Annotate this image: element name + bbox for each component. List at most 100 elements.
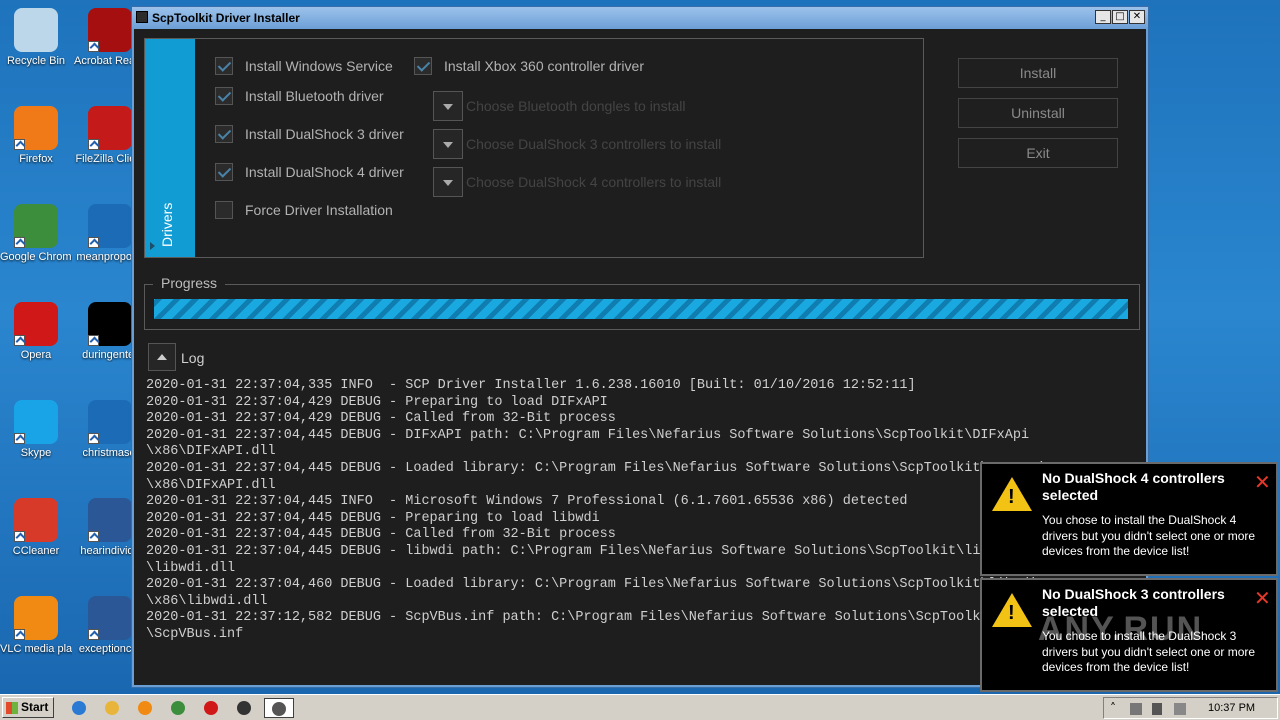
start-label: Start [21, 700, 49, 714]
desktop-icon[interactable]: Firefox [0, 106, 72, 166]
shortcut-arrow-icon [14, 139, 25, 150]
volume-icon[interactable] [1152, 703, 1162, 715]
install-bluetooth-driver-checkbox[interactable]: Install Bluetooth driver [215, 87, 384, 105]
explorer-icon[interactable] [99, 698, 125, 718]
checkbox-box[interactable] [215, 201, 233, 219]
desktop-icon[interactable]: Google Chrome [0, 204, 72, 264]
app-icon [88, 596, 132, 640]
app-icon [88, 106, 132, 150]
checkbox-label: Install Bluetooth driver [245, 88, 384, 104]
progress-group: Progress [144, 275, 1140, 330]
desktop-icon-label: Skype [20, 447, 52, 459]
media-player-icon[interactable] [132, 698, 158, 718]
desktop-icon[interactable]: Recycle Bin [0, 8, 72, 68]
install-button[interactable]: Install [958, 58, 1118, 88]
app-icon [136, 11, 148, 23]
checkbox-box[interactable] [414, 57, 432, 75]
desktop-icon[interactable]: Skype [0, 400, 72, 460]
shortcut-arrow-icon [14, 433, 25, 444]
app-icon [88, 498, 132, 542]
app-icon [14, 596, 58, 640]
scptoolkit-icon[interactable] [231, 698, 257, 718]
start-button[interactable]: Start [2, 697, 54, 718]
checkbox-box[interactable] [215, 163, 233, 181]
checkbox-label: Install DualShock 3 driver [245, 126, 404, 142]
tray-expand-icon[interactable]: ˄ [1110, 701, 1116, 715]
desktop-icon[interactable]: Opera [0, 302, 72, 362]
progress-label: Progress [153, 275, 226, 291]
chevron-down-icon[interactable] [433, 129, 463, 159]
app-icon [14, 302, 58, 346]
close-icon[interactable]: ✕ [1254, 586, 1271, 610]
dualshock4-controllers-dropdown[interactable]: Choose DualShock 4 controllers to instal… [433, 167, 721, 197]
bluetooth-dongles-dropdown[interactable]: Choose Bluetooth dongles to install [433, 91, 685, 121]
checkbox-box[interactable] [215, 125, 233, 143]
ie-icon[interactable] [66, 698, 92, 718]
app-glyph [204, 701, 218, 715]
app-icon [88, 8, 132, 52]
drivers-tab[interactable]: Drivers [145, 39, 195, 257]
install-windows-service-checkbox[interactable]: Install Windows Service [215, 57, 393, 75]
drivers-group: Drivers Install Windows Service Install … [144, 38, 924, 258]
clock[interactable]: 10:37 PM [1208, 702, 1255, 714]
log-collapse-button[interactable] [148, 343, 176, 371]
close-icon[interactable]: ✕ [1254, 470, 1271, 494]
force-driver-installation-checkbox[interactable]: Force Driver Installation [215, 201, 393, 219]
drivers-tab-label: Drivers [159, 202, 175, 247]
shortcut-arrow-icon [14, 629, 25, 640]
shortcut-arrow-icon [88, 433, 99, 444]
desktop-icon-label: VLC media player [0, 643, 72, 655]
install-dualshock3-driver-checkbox[interactable]: Install DualShock 3 driver [215, 125, 404, 143]
taskbar: Start ˄ 10:37 PM [0, 694, 1280, 720]
expand-arrow-icon[interactable] [150, 242, 155, 250]
dropdown-label: Choose Bluetooth dongles to install [466, 98, 686, 114]
app-glyph [72, 701, 86, 715]
app-glyph [171, 701, 185, 715]
desktop-icon-label: Google Chrome [0, 251, 72, 263]
shortcut-arrow-icon [88, 41, 99, 52]
desktop-icon-label: Recycle Bin [6, 55, 66, 67]
shortcut-arrow-icon [88, 629, 99, 640]
exit-button[interactable]: Exit [958, 138, 1118, 168]
log-line: \x86\DIFxAPI.dll [146, 444, 276, 460]
notification-body: You chose to install the DualShock 4 dri… [1042, 513, 1256, 558]
app-icon [14, 498, 58, 542]
checkbox-label: Install DualShock 4 driver [245, 164, 404, 180]
log-line: 2020-01-31 22:37:04,429 DEBUG - Called f… [146, 411, 616, 427]
notification-title: No DualShock 4 controllers selected [1042, 470, 1225, 503]
app-glyph [272, 702, 286, 716]
shortcut-arrow-icon [88, 335, 99, 346]
log-line: 2020-01-31 22:37:04,429 DEBUG - Preparin… [146, 394, 608, 410]
title-bar[interactable]: ScpToolkit Driver Installer _ □ ✕ [132, 7, 1148, 29]
chrome-icon[interactable] [165, 698, 191, 718]
install-dualshock4-driver-checkbox[interactable]: Install DualShock 4 driver [215, 163, 404, 181]
app-icon [14, 204, 58, 248]
log-line: 2020-01-31 22:37:04,335 INFO - SCP Drive… [146, 378, 916, 393]
install-xbox360-driver-checkbox[interactable]: Install Xbox 360 controller driver [414, 57, 644, 75]
watermark: ANY.RUN [1038, 610, 1204, 648]
shortcut-arrow-icon [88, 139, 99, 150]
window-title: ScpToolkit Driver Installer [152, 11, 300, 25]
close-button[interactable]: ✕ [1129, 10, 1145, 24]
app-glyph [237, 701, 251, 715]
dualshock3-controllers-dropdown[interactable]: Choose DualShock 3 controllers to instal… [433, 129, 721, 159]
notification-dualshock4[interactable]: ! No DualShock 4 controllers selected Yo… [980, 462, 1278, 576]
app-icon [88, 204, 132, 248]
minimize-button[interactable]: _ [1095, 10, 1111, 24]
network-icon[interactable] [1130, 703, 1142, 715]
maximize-button[interactable]: □ [1112, 10, 1128, 24]
desktop-icon[interactable]: CCleaner [0, 498, 72, 558]
shortcut-arrow-icon [14, 335, 25, 346]
app-icon [14, 8, 58, 52]
action-center-flag-icon[interactable] [1174, 703, 1186, 715]
desktop-icon[interactable]: VLC media player [0, 596, 72, 656]
app-icon [14, 106, 58, 150]
checkbox-box[interactable] [215, 57, 233, 75]
checkbox-label: Force Driver Installation [245, 202, 393, 218]
checkbox-box[interactable] [215, 87, 233, 105]
installer-icon[interactable] [264, 698, 294, 718]
uninstall-button[interactable]: Uninstall [958, 98, 1118, 128]
chevron-down-icon[interactable] [433, 167, 463, 197]
chevron-down-icon[interactable] [433, 91, 463, 121]
opera-icon[interactable] [198, 698, 224, 718]
